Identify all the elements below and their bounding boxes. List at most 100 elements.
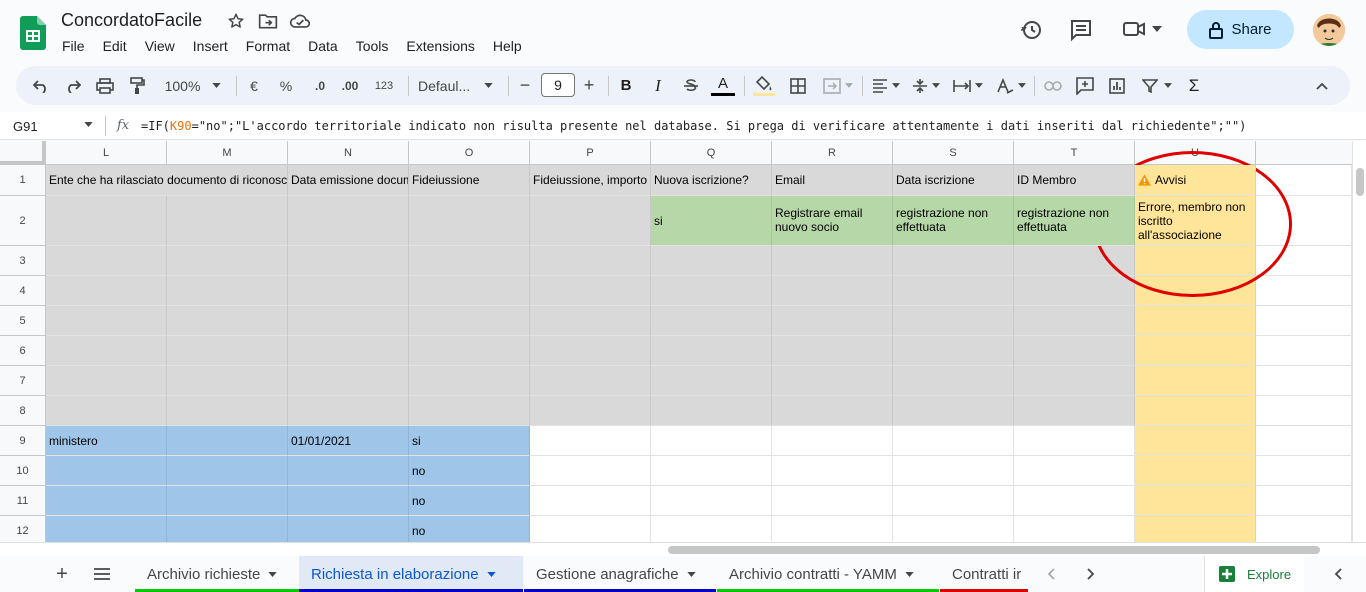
column-header-t[interactable]: T <box>1014 141 1135 165</box>
menu-edit[interactable]: Edit <box>103 38 136 54</box>
chevron-down-icon[interactable] <box>268 571 278 577</box>
cell-s10[interactable] <box>893 456 1014 486</box>
cell-t9[interactable] <box>1014 426 1135 456</box>
cell-n2[interactable] <box>288 196 409 246</box>
redo-icon[interactable] <box>62 66 84 105</box>
vertical-align-icon[interactable] <box>910 66 942 105</box>
zoom-select[interactable]: 100% <box>162 66 224 105</box>
scroll-tabs-left-icon[interactable] <box>1044 556 1058 592</box>
select-all-corner[interactable] <box>0 141 46 165</box>
cell-u5[interactable] <box>1135 306 1256 336</box>
cell-s2[interactable]: registrazione non effettuata <box>893 196 1014 246</box>
font-size-input[interactable]: 9 <box>541 73 575 97</box>
vertical-scrollbar[interactable] <box>1352 141 1366 542</box>
column-header-o[interactable]: O <box>409 141 530 165</box>
chevron-down-icon[interactable] <box>905 571 914 577</box>
cell-t2[interactable]: registrazione non effettuata <box>1014 196 1135 246</box>
cell-r1[interactable]: Email <box>772 165 893 196</box>
cell-l12[interactable] <box>46 516 167 542</box>
add-sheet-icon[interactable]: + <box>54 556 70 592</box>
collapse-toolbar-icon[interactable] <box>1312 66 1332 105</box>
sheet-tab-2[interactable]: Richiesta in elaborazione <box>299 556 523 592</box>
cell-t1[interactable]: ID Membro <box>1014 165 1135 196</box>
cell-m9[interactable] <box>167 426 288 456</box>
fill-color-icon[interactable] <box>752 66 776 105</box>
sheet-tab-5[interactable]: Contratti ir <box>940 556 1028 592</box>
menu-data[interactable]: Data <box>308 38 347 54</box>
side-panel-toggle-icon[interactable] <box>1330 556 1346 592</box>
cell-v5[interactable] <box>1256 306 1352 336</box>
cell-r9[interactable] <box>772 426 893 456</box>
all-sheets-icon[interactable] <box>92 556 112 592</box>
insert-link-icon[interactable] <box>1042 66 1064 105</box>
cell-u8[interactable] <box>1135 396 1256 426</box>
cell-r12[interactable] <box>772 516 893 542</box>
cell-r2[interactable]: Registrare email nuovo socio <box>772 196 893 246</box>
cell-u1[interactable]: Avvisi <box>1135 165 1256 196</box>
cell-q7[interactable] <box>651 366 772 396</box>
text-rotation-icon[interactable] <box>994 66 1028 105</box>
cell-q8[interactable] <box>651 396 772 426</box>
cell-o11[interactable]: no <box>409 486 530 516</box>
cell-u6[interactable] <box>1135 336 1256 366</box>
cell-r3[interactable] <box>772 246 893 276</box>
row-header-1[interactable]: 1 <box>0 165 46 196</box>
cell-t4[interactable] <box>1014 276 1135 306</box>
percent-format-button[interactable]: % <box>278 66 294 105</box>
italic-button[interactable]: I <box>650 66 666 105</box>
cell-s4[interactable] <box>893 276 1014 306</box>
cell-v11[interactable] <box>1256 486 1352 516</box>
sheet-tab-3[interactable]: Gestione anagrafiche <box>524 556 716 592</box>
cell-u9[interactable] <box>1135 426 1256 456</box>
cell-v6[interactable] <box>1256 336 1352 366</box>
cell-n9[interactable]: 01/01/2021 <box>288 426 409 456</box>
cell-n4[interactable] <box>288 276 409 306</box>
cell-v7[interactable] <box>1256 366 1352 396</box>
column-header-p[interactable]: P <box>530 141 651 165</box>
cell-r11[interactable] <box>772 486 893 516</box>
insert-chart-icon[interactable] <box>1106 66 1128 105</box>
cell-r4[interactable] <box>772 276 893 306</box>
row-header-6[interactable]: 6 <box>0 336 46 366</box>
font-select[interactable]: Defaul... <box>418 66 498 105</box>
meet-button[interactable] <box>1122 18 1162 40</box>
cell-p9[interactable] <box>530 426 651 456</box>
horizontal-scrollbar[interactable] <box>0 542 1366 556</box>
cell-n10[interactable] <box>288 456 409 486</box>
cell-t10[interactable] <box>1014 456 1135 486</box>
cell-l10[interactable] <box>46 456 167 486</box>
cell-n12[interactable] <box>288 516 409 542</box>
cell-l4[interactable] <box>46 276 167 306</box>
menu-extensions[interactable]: Extensions <box>406 38 483 54</box>
column-header-l[interactable]: L <box>46 141 167 165</box>
borders-icon[interactable] <box>788 66 808 105</box>
cell-q5[interactable] <box>651 306 772 336</box>
cell-l8[interactable] <box>46 396 167 426</box>
cell-p8[interactable] <box>530 396 651 426</box>
cell-p7[interactable] <box>530 366 651 396</box>
cell-s3[interactable] <box>893 246 1014 276</box>
cell-t5[interactable] <box>1014 306 1135 336</box>
move-folder-icon[interactable] <box>258 12 278 30</box>
increase-font-size-button[interactable]: + <box>582 66 596 105</box>
cell-n3[interactable] <box>288 246 409 276</box>
column-header-n[interactable]: N <box>288 141 409 165</box>
functions-button[interactable]: Σ <box>1186 66 1202 105</box>
cell-u10[interactable] <box>1135 456 1256 486</box>
cell-r10[interactable] <box>772 456 893 486</box>
filter-icon[interactable] <box>1140 66 1174 105</box>
cell-s6[interactable] <box>893 336 1014 366</box>
share-button[interactable]: Share <box>1187 10 1294 49</box>
menu-tools[interactable]: Tools <box>356 38 398 54</box>
sheet-tab-4[interactable]: Archivio contratti - YAMM <box>717 556 939 592</box>
column-header-r[interactable]: R <box>772 141 893 165</box>
row-header-4[interactable]: 4 <box>0 276 46 306</box>
cell-m6[interactable] <box>167 336 288 366</box>
cell-v4[interactable] <box>1256 276 1352 306</box>
spreadsheet-grid[interactable]: LMNOPQRSTU 1 Ente che ha rilasciato docum… <box>0 141 1352 542</box>
cell-m8[interactable] <box>167 396 288 426</box>
row-header-5[interactable]: 5 <box>0 306 46 336</box>
row-header-9[interactable]: 9 <box>0 426 46 456</box>
cell-t7[interactable] <box>1014 366 1135 396</box>
insert-comment-icon[interactable] <box>1074 66 1096 105</box>
